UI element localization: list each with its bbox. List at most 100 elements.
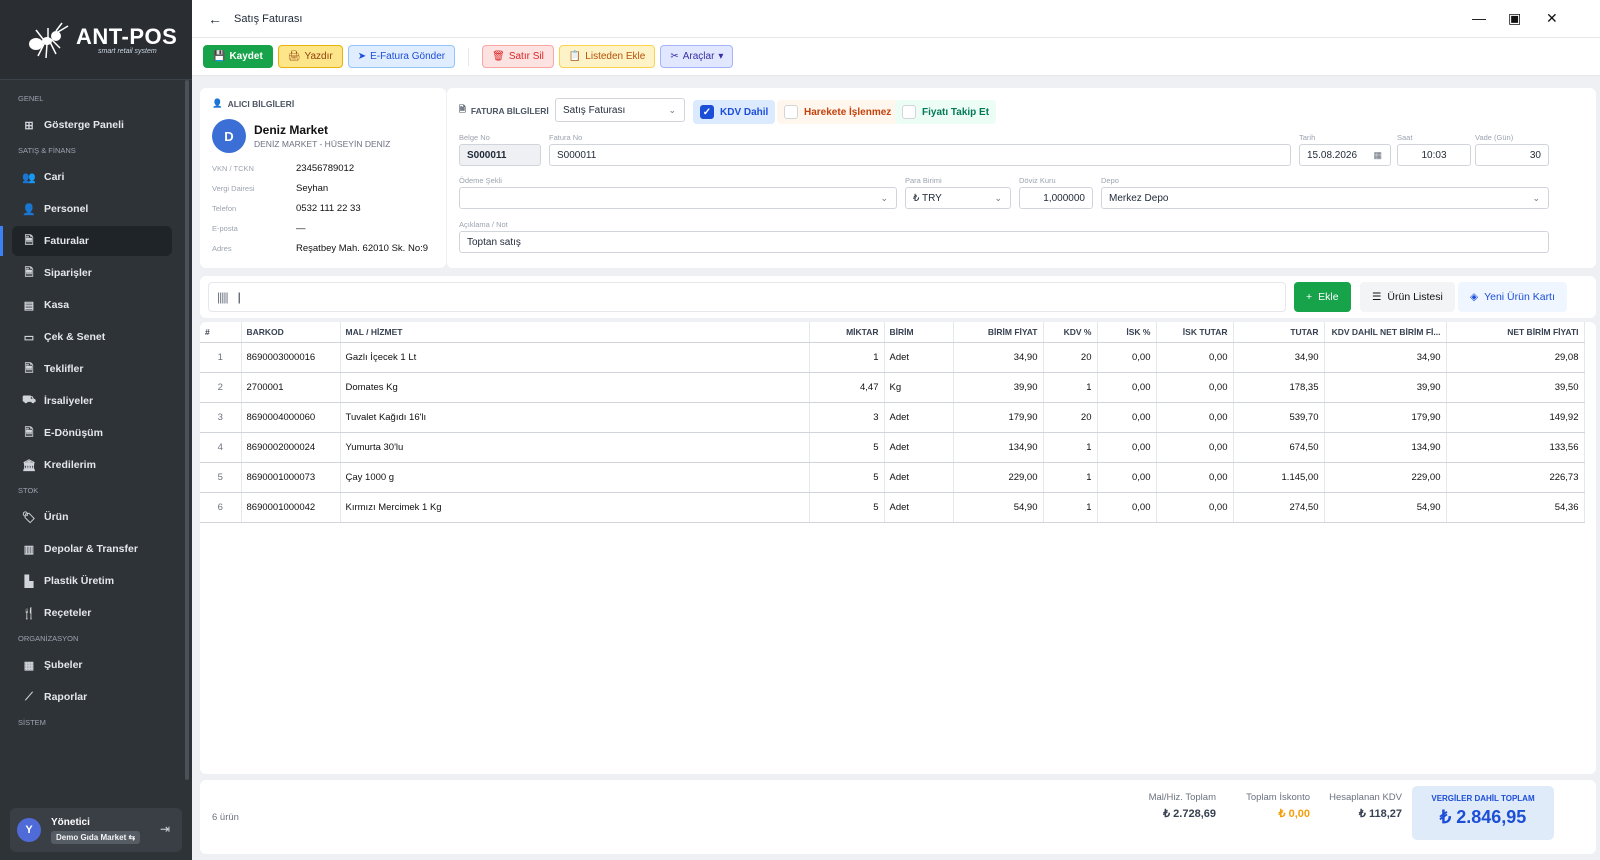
table-cell[interactable]: 149,92 — [1446, 402, 1585, 433]
harekete-islenmez-checkbox[interactable]: Harekete İşlenmez — [777, 100, 899, 124]
table-cell[interactable]: Adet — [884, 432, 954, 463]
table-cell[interactable]: 6 — [200, 492, 242, 523]
table-row[interactable]: 1 8690003000016 Gazlı İçecek 1 Lt 1 Adet 34,9… — [200, 342, 1585, 373]
table-cell[interactable]: 229,00 — [953, 462, 1044, 493]
table-cell[interactable]: 134,90 — [953, 432, 1044, 463]
logout-icon[interactable]: ⇥ — [160, 822, 170, 836]
table-cell[interactable]: Adet — [884, 462, 954, 493]
table-cell[interactable]: 8690001000073 — [241, 462, 341, 493]
table-cell[interactable]: 20 — [1043, 402, 1098, 433]
note-input[interactable]: Toptan satış — [459, 231, 1549, 253]
column-header[interactable]: MAL / HİZMET — [340, 322, 810, 343]
table-cell[interactable]: 34,90 — [1233, 342, 1325, 373]
table-cell[interactable]: 39,90 — [1324, 372, 1447, 403]
save-button[interactable]: 💾 Kaydet — [203, 45, 273, 68]
sidebar-item[interactable]: 🍴 Reçeteler — [12, 598, 172, 628]
table-cell[interactable]: 274,50 — [1233, 492, 1325, 523]
date-input[interactable]: 15.08.2026 ▦ — [1299, 144, 1391, 166]
table-cell[interactable]: 179,90 — [953, 402, 1044, 433]
column-header[interactable]: # — [200, 322, 242, 343]
table-cell[interactable]: 34,90 — [953, 342, 1044, 373]
table-cell[interactable]: 8690003000016 — [241, 342, 341, 373]
table-cell[interactable]: 8690001000042 — [241, 492, 341, 523]
table-cell[interactable]: 1 — [1043, 492, 1098, 523]
table-cell[interactable]: 0,00 — [1097, 432, 1157, 463]
table-cell[interactable]: 3 — [809, 402, 885, 433]
back-arrow-icon[interactable]: ← — [208, 11, 222, 27]
close-icon[interactable]: ✕ — [1546, 10, 1558, 27]
table-cell[interactable]: 0,00 — [1156, 492, 1234, 523]
table-cell[interactable]: 5 — [200, 462, 242, 493]
sidebar-item[interactable]: 🗎 E-Dönüşüm — [12, 418, 172, 448]
table-cell[interactable]: 0,00 — [1097, 492, 1157, 523]
table-cell[interactable]: 1 — [809, 342, 885, 373]
table-cell[interactable]: 0,00 — [1097, 402, 1157, 433]
table-cell[interactable]: 0,00 — [1156, 462, 1234, 493]
column-header[interactable]: İSK % — [1097, 322, 1157, 343]
column-header[interactable]: BİRİM FİYAT — [953, 322, 1044, 343]
table-cell[interactable]: 39,50 — [1446, 372, 1585, 403]
table-cell[interactable]: Adet — [884, 342, 954, 373]
table-cell[interactable]: 20 — [1043, 342, 1098, 373]
add-button[interactable]: + Ekle — [1294, 282, 1351, 312]
table-cell[interactable]: Tuvalet Kağıdı 16'lı — [340, 402, 810, 433]
table-cell[interactable]: 179,90 — [1324, 402, 1447, 433]
fatura-no-input[interactable]: S000011 — [549, 144, 1291, 166]
table-cell[interactable]: 1 — [1043, 462, 1098, 493]
table-cell[interactable]: 133,56 — [1446, 432, 1585, 463]
table-cell[interactable]: Adet — [884, 492, 954, 523]
add-from-list-button[interactable]: 📋 Listeden Ekle — [558, 45, 656, 68]
table-cell[interactable]: 4,47 — [809, 372, 885, 403]
sidebar-item[interactable]: 👤 Personel — [12, 194, 172, 224]
user-box[interactable]: Y Yönetici Demo Gıda Market ⇆ ⇥ — [10, 808, 182, 852]
table-cell[interactable]: Yumurta 30'lu — [340, 432, 810, 463]
table-cell[interactable]: Kırmızı Mercimek 1 Kg — [340, 492, 810, 523]
table-row[interactable]: 3 8690004000060 Tuvalet Kağıdı 16'lı 3 Adet 1… — [200, 402, 1585, 433]
sidebar-item[interactable]: ▙ Plastik Üretim — [12, 566, 172, 596]
efatura-send-button[interactable]: ➤ E-Fatura Gönder — [347, 45, 456, 68]
sidebar-item[interactable]: ⟋ Raporlar — [12, 682, 172, 712]
table-cell[interactable]: Adet — [884, 402, 954, 433]
table-cell[interactable]: 8690004000060 — [241, 402, 341, 433]
table-cell[interactable]: 2700001 — [241, 372, 341, 403]
table-cell[interactable]: Domates Kg — [340, 372, 810, 403]
table-cell[interactable]: 539,70 — [1233, 402, 1325, 433]
kdv-dahil-checkbox[interactable]: ✓ KDV Dahil — [693, 100, 776, 124]
table-cell[interactable]: 4 — [200, 432, 242, 463]
column-header[interactable]: İSK TUTAR — [1156, 322, 1234, 343]
sidebar-item[interactable]: ⊞ Gösterge Paneli — [12, 110, 172, 140]
table-cell[interactable]: 29,08 — [1446, 342, 1585, 373]
column-header[interactable]: NET BİRİM FİYATI — [1446, 322, 1585, 343]
table-cell[interactable]: 0,00 — [1097, 372, 1157, 403]
table-cell[interactable]: 5 — [809, 432, 885, 463]
table-cell[interactable]: 134,90 — [1324, 432, 1447, 463]
column-header[interactable]: BİRİM — [884, 322, 954, 343]
sidebar-item[interactable]: ▦ Şubeler — [12, 650, 172, 680]
table-cell[interactable]: Çay 1000 g — [340, 462, 810, 493]
fiyati-takip-checkbox[interactable]: Fiyatı Takip Et — [895, 100, 997, 124]
table-cell[interactable]: 34,90 — [1324, 342, 1447, 373]
warehouse-select[interactable]: Merkez Depo ⌄ — [1101, 187, 1549, 209]
sidebar-item[interactable]: 🗎 Siparişler — [12, 258, 172, 288]
table-cell[interactable]: 0,00 — [1097, 462, 1157, 493]
table-cell[interactable]: 0,00 — [1156, 402, 1234, 433]
sidebar-item[interactable]: 🗎 Teklifler — [12, 354, 172, 384]
sidebar-item[interactable]: 🏛 Kredilerim — [12, 450, 172, 480]
table-cell[interactable]: 2 — [200, 372, 242, 403]
table-cell[interactable]: 1.145,00 — [1233, 462, 1325, 493]
barcode-input[interactable]: ||||| | — [208, 282, 1286, 312]
product-list-button[interactable]: ☰ Ürün Listesi — [1360, 282, 1455, 312]
table-cell[interactable]: 54,36 — [1446, 492, 1585, 523]
print-button[interactable]: 🖨 Yazdır — [277, 45, 343, 68]
tools-dropdown[interactable]: ✂ Araçlar ▾ — [660, 45, 734, 68]
calendar-icon[interactable]: ▦ — [1373, 150, 1382, 161]
column-header[interactable]: KDV DAHİL NET BİRİM Fİ... — [1324, 322, 1447, 343]
column-header[interactable]: KDV % — [1043, 322, 1098, 343]
exchange-rate-input[interactable]: 1,000000 — [1019, 187, 1093, 209]
table-cell[interactable]: 5 — [809, 462, 885, 493]
vade-input[interactable]: 30 — [1475, 144, 1549, 166]
table-row[interactable]: 6 8690001000042 Kırmızı Mercimek 1 Kg 5 Adet… — [200, 492, 1585, 523]
sidebar-item[interactable]: 👥 Cari — [12, 162, 172, 192]
table-row[interactable]: 4 8690002000024 Yumurta 30'lu 5 Adet 134,90 1 0… — [200, 432, 1585, 463]
table-cell[interactable]: Gazlı İçecek 1 Lt — [340, 342, 810, 373]
